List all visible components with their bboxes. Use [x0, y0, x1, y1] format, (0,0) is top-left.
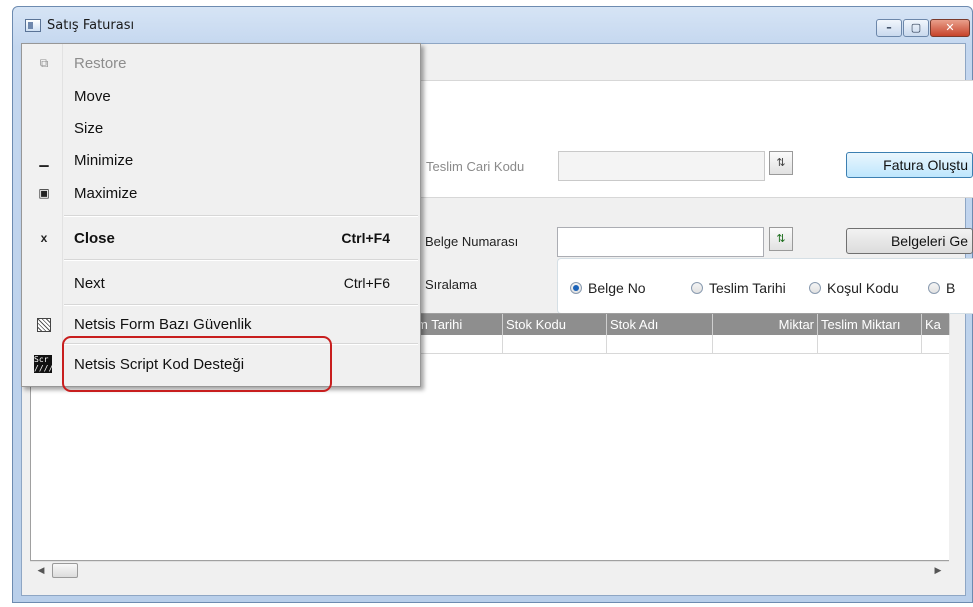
menu-separator [64, 259, 418, 261]
belge-lookup-button[interactable]: ⇅ [769, 227, 793, 251]
menu-item-label: Restore [74, 55, 127, 72]
fatura-olustur-button[interactable]: Fatura Oluştu [846, 152, 973, 178]
restore-icon: ⧉ [39, 56, 49, 70]
security-icon [37, 318, 51, 332]
radio-kosul-kodu[interactable]: Koşul Kodu [809, 280, 899, 296]
belgeleri-getir-button[interactable]: Belgeleri Ge [846, 228, 973, 254]
grid-cell[interactable] [414, 335, 503, 353]
belge-numarasi-field[interactable] [557, 227, 764, 257]
col-header-miktar[interactable]: Miktar [713, 314, 818, 335]
lookup-icon: ⇅ [776, 232, 786, 245]
menu-separator [64, 215, 418, 217]
menu-item-shortcut: Ctrl+F4 [341, 230, 390, 246]
horizontal-scrollbar[interactable]: ◀ ▶ [30, 561, 949, 579]
radio-label: B [946, 280, 956, 296]
maximize-icon: ▣ [38, 186, 50, 200]
radio-label: Belge No [588, 280, 646, 296]
radio-indicator [691, 282, 703, 294]
maximize-icon: ▢ [910, 21, 922, 34]
menu-item-size[interactable]: Size [22, 113, 420, 145]
menu-item-label: Netsis Form Bazı Güvenlik [74, 316, 252, 333]
radio-indicator [809, 282, 821, 294]
menu-item-label: Minimize [74, 152, 134, 169]
col-header-teslim-tarihi[interactable]: m Tarihi [414, 314, 503, 335]
title-bar[interactable]: Satış Faturası – ▢ ✕ [13, 7, 972, 43]
scroll-left-icon[interactable]: ◀ [34, 564, 48, 578]
close-icon: ✕ [945, 21, 955, 34]
menu-item-minimize[interactable]: ▁ Minimize [22, 145, 420, 177]
menu-item-close[interactable]: x Close Ctrl+F4 [22, 223, 420, 255]
col-header-stok-kodu[interactable]: Stok Kodu [503, 314, 607, 335]
maximize-button[interactable]: ▢ [903, 19, 929, 37]
menu-item-label: Close [74, 230, 115, 247]
scroll-right-icon[interactable]: ▶ [931, 564, 945, 578]
grid-cell[interactable] [818, 335, 922, 353]
grid-cell[interactable] [713, 335, 818, 353]
teslim-cari-kodu-label: Teslim Cari Kodu [426, 159, 525, 174]
menu-item-restore[interactable]: ⧉ Restore [22, 48, 420, 80]
radio-belge-no[interactable]: Belge No [570, 280, 646, 296]
menu-item-move[interactable]: Move [22, 81, 420, 113]
lookup-icon: ⇅ [776, 156, 786, 169]
teslim-cari-lookup-button[interactable]: ⇅ [769, 151, 793, 175]
menu-item-maximize[interactable]: ▣ Maximize [22, 178, 420, 210]
close-icon: x [40, 231, 48, 245]
menu-item-label: Size [74, 120, 104, 137]
menu-item-label: Move [74, 88, 111, 105]
menu-item-next[interactable]: Next Ctrl+F6 [22, 268, 420, 300]
window-title: Satış Faturası [47, 18, 135, 33]
siralama-group: Belge No Teslim Tarihi Koşul Kodu B [557, 258, 973, 314]
script-icon: Scr//// [34, 355, 52, 373]
minimize-button[interactable]: – [876, 19, 902, 37]
menu-item-label: Netsis Script Kod Desteği [74, 356, 245, 373]
radio-teslim-tarihi[interactable]: Teslim Tarihi [691, 280, 786, 296]
minimize-icon: ▁ [39, 153, 49, 167]
menu-item-label: Next [74, 275, 105, 292]
caption-buttons: – ▢ ✕ [876, 19, 970, 37]
col-header-stok-adi[interactable]: Stok Adı [607, 314, 713, 335]
system-menu: ⧉ Restore Move Size ▁ Minimize ▣ Maximiz… [21, 43, 421, 387]
radio-b[interactable]: B [928, 280, 955, 296]
radio-indicator [928, 282, 940, 294]
col-header-teslim-miktari[interactable]: Teslim Miktarı [818, 314, 922, 335]
teslim-cari-kodu-field[interactable] [558, 151, 765, 181]
radio-label: Koşul Kodu [827, 280, 899, 296]
scroll-thumb[interactable] [52, 563, 78, 578]
menu-item-form-guvenlik[interactable]: Netsis Form Bazı Güvenlik [22, 309, 420, 341]
script-icon-text: Scr [34, 355, 49, 364]
window-icon[interactable] [25, 19, 41, 32]
menu-separator [64, 343, 418, 345]
grid-cell[interactable] [503, 335, 607, 353]
radio-label: Teslim Tarihi [709, 280, 786, 296]
grid-cell[interactable] [607, 335, 713, 353]
minimize-icon: – [886, 21, 892, 34]
radio-indicator [570, 282, 582, 294]
close-button[interactable]: ✕ [930, 19, 970, 37]
siralama-label: Sıralama [425, 277, 478, 292]
col-header-ka[interactable]: Ka [922, 314, 950, 335]
belge-numarasi-label: Belge Numarası [425, 234, 519, 249]
menu-separator [64, 304, 418, 306]
menu-item-label: Maximize [74, 185, 138, 202]
menu-item-shortcut: Ctrl+F6 [343, 275, 390, 291]
menu-item-script-kod-destegi[interactable]: Scr//// Netsis Script Kod Desteği [22, 349, 420, 381]
